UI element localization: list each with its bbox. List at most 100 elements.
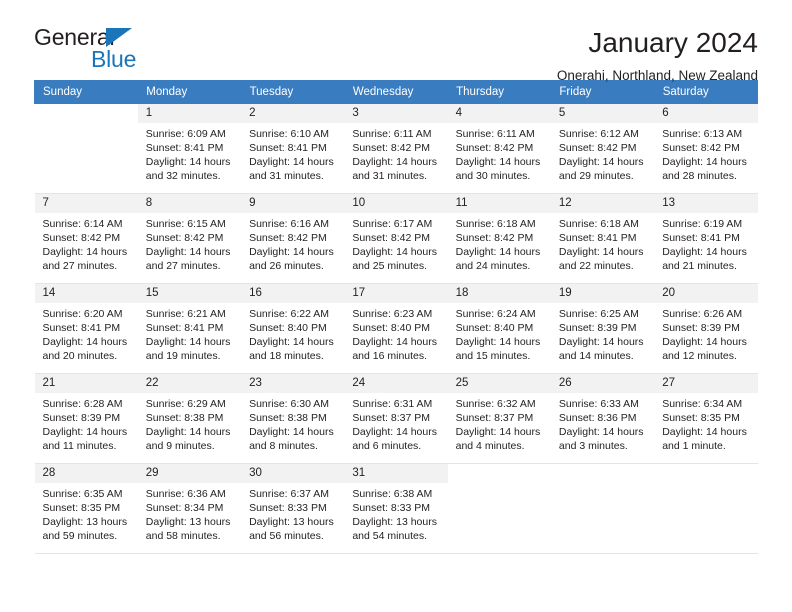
day-cell-inner xyxy=(654,464,757,553)
calendar-week-row: 14 Sunrise: 6:20 AM Sunset: 8:41 PM Dayligh… xyxy=(34,283,758,374)
sunset-time: Sunset: 8:36 PM xyxy=(558,412,637,424)
day-number: 5 xyxy=(550,104,655,123)
day-sun-info: Sunrise: 6:17 AM Sunset: 8:42 PM Daylight:… xyxy=(344,213,447,273)
day-number: 17 xyxy=(344,284,448,303)
calendar-day-cell[interactable]: 25 Sunrise: 6:32 AM Sunset: 8:37 PM Dayligh… xyxy=(447,373,551,464)
daylight-duration-line2: and 15 minutes. xyxy=(455,350,531,362)
calendar-day-cell[interactable]: 14 Sunrise: 6:20 AM Sunset: 8:41 PM Dayligh… xyxy=(34,283,138,374)
calendar-day-cell[interactable]: 24 Sunrise: 6:31 AM Sunset: 8:37 PM Dayligh… xyxy=(344,373,448,464)
daylight-duration-line2: and 4 minutes. xyxy=(455,440,525,452)
day-cell-inner: 4 Sunrise: 6:11 AM Sunset: 8:42 PM Daylight… xyxy=(447,104,551,193)
calendar-day-cell[interactable]: 17 Sunrise: 6:23 AM Sunset: 8:40 PM Dayligh… xyxy=(344,283,448,374)
calendar-day-cell[interactable]: 28 Sunrise: 6:35 AM Sunset: 8:35 PM Dayligh… xyxy=(34,463,138,554)
calendar-day-cell[interactable]: 16 Sunrise: 6:22 AM Sunset: 8:40 PM Dayligh… xyxy=(241,283,345,374)
day-number xyxy=(35,104,138,110)
calendar-day-cell[interactable]: 20 Sunrise: 6:26 AM Sunset: 8:39 PM Dayligh… xyxy=(654,283,758,374)
daylight-duration-line1: Daylight: 14 hours xyxy=(558,426,644,438)
calendar-day-cell[interactable]: 11 Sunrise: 6:18 AM Sunset: 8:42 PM Dayligh… xyxy=(447,193,551,284)
calendar-day-cell[interactable]: 21 Sunrise: 6:28 AM Sunset: 8:39 PM Dayligh… xyxy=(34,373,138,464)
day-number: 26 xyxy=(550,374,655,393)
daylight-duration-line2: and 16 minutes. xyxy=(352,350,428,362)
daylight-duration-line1: Daylight: 14 hours xyxy=(455,426,541,438)
calendar-body: 1 Sunrise: 6:09 AM Sunset: 8:41 PM Daylight… xyxy=(34,103,758,554)
calendar-day-cell[interactable]: 31 Sunrise: 6:38 AM Sunset: 8:33 PM Dayligh… xyxy=(344,463,448,554)
sunset-time: Sunset: 8:42 PM xyxy=(352,142,430,154)
calendar-day-cell[interactable]: 6 Sunrise: 6:13 AM Sunset: 8:42 PM Daylight… xyxy=(654,103,758,194)
daylight-duration-line2: and 29 minutes. xyxy=(558,170,634,182)
sunset-time: Sunset: 8:35 PM xyxy=(42,502,121,514)
day-number: 10 xyxy=(344,194,448,213)
day-number xyxy=(551,464,654,470)
calendar-day-cell[interactable]: 10 Sunrise: 6:17 AM Sunset: 8:42 PM Dayligh… xyxy=(344,193,448,284)
day-sun-info: Sunrise: 6:11 AM Sunset: 8:42 PM Daylight:… xyxy=(448,123,551,183)
day-sun-info: Sunrise: 6:14 AM Sunset: 8:42 PM Daylight:… xyxy=(35,213,138,273)
day-sun-info: Sunrise: 6:28 AM Sunset: 8:39 PM Daylight:… xyxy=(35,393,138,453)
day-number: 20 xyxy=(654,284,758,303)
calendar-day-cell[interactable]: 22 Sunrise: 6:29 AM Sunset: 8:38 PM Dayligh… xyxy=(137,373,242,464)
calendar-day-cell[interactable]: 3 Sunrise: 6:11 AM Sunset: 8:42 PM Daylight… xyxy=(344,103,448,194)
sunset-time: Sunset: 8:37 PM xyxy=(352,412,430,424)
day-cell-inner xyxy=(551,464,654,553)
sunset-time: Sunset: 8:40 PM xyxy=(455,322,534,334)
daylight-duration-line1: Daylight: 14 hours xyxy=(558,336,644,348)
day-cell-inner: 20 Sunrise: 6:26 AM Sunset: 8:39 PM Dayligh… xyxy=(654,284,758,373)
calendar-day-cell[interactable]: 4 Sunrise: 6:11 AM Sunset: 8:42 PM Daylight… xyxy=(447,103,551,194)
daylight-duration-line1: Daylight: 14 hours xyxy=(249,246,334,258)
sunset-time: Sunset: 8:34 PM xyxy=(145,502,224,514)
daylight-duration-line1: Daylight: 14 hours xyxy=(352,156,437,168)
sunrise-time: Sunrise: 6:21 AM xyxy=(145,308,226,320)
calendar-day-cell[interactable]: 9 Sunrise: 6:16 AM Sunset: 8:42 PM Daylight… xyxy=(241,193,345,284)
day-number: 28 xyxy=(34,464,138,483)
sunrise-time: Sunrise: 6:33 AM xyxy=(558,398,639,410)
calendar-day-cell[interactable]: 23 Sunrise: 6:30 AM Sunset: 8:38 PM Dayligh… xyxy=(241,373,345,464)
day-cell-inner: 22 Sunrise: 6:29 AM Sunset: 8:38 PM Dayligh… xyxy=(137,374,242,463)
daylight-duration-line2: and 19 minutes. xyxy=(145,350,221,362)
day-cell-inner: 13 Sunrise: 6:19 AM Sunset: 8:41 PM Dayligh… xyxy=(654,194,758,283)
daylight-duration-line2: and 12 minutes. xyxy=(662,350,737,362)
sunset-time: Sunset: 8:41 PM xyxy=(42,322,121,334)
daylight-duration-line1: Daylight: 14 hours xyxy=(249,156,334,168)
day-number: 25 xyxy=(447,374,551,393)
sunrise-time: Sunrise: 6:14 AM xyxy=(42,218,123,230)
sunrise-time: Sunrise: 6:17 AM xyxy=(352,218,433,230)
calendar-day-cell[interactable]: 30 Sunrise: 6:37 AM Sunset: 8:33 PM Dayligh… xyxy=(241,463,345,554)
day-cell-inner: 31 Sunrise: 6:38 AM Sunset: 8:33 PM Dayligh… xyxy=(344,464,448,553)
calendar-day-cell[interactable]: 13 Sunrise: 6:19 AM Sunset: 8:41 PM Dayligh… xyxy=(654,193,758,284)
sunset-time: Sunset: 8:35 PM xyxy=(662,412,740,424)
calendar-day-cell[interactable]: 1 Sunrise: 6:09 AM Sunset: 8:41 PM Daylight… xyxy=(137,103,242,194)
day-cell-inner: 29 Sunrise: 6:36 AM Sunset: 8:34 PM Dayligh… xyxy=(137,464,242,553)
calendar-day-cell[interactable]: 19 Sunrise: 6:25 AM Sunset: 8:39 PM Dayligh… xyxy=(550,283,655,374)
daylight-duration-line2: and 8 minutes. xyxy=(249,440,318,452)
general-blue-logo[interactable]: General Blue xyxy=(34,26,154,74)
daylight-duration-line1: Daylight: 14 hours xyxy=(249,336,334,348)
day-sun-info: Sunrise: 6:13 AM Sunset: 8:42 PM Daylight:… xyxy=(654,123,757,183)
sunrise-time: Sunrise: 6:34 AM xyxy=(662,398,743,410)
day-sun-info: Sunrise: 6:21 AM Sunset: 8:41 PM Daylight:… xyxy=(138,303,241,363)
weekday-header-monday: Monday xyxy=(137,80,242,104)
day-cell-inner: 17 Sunrise: 6:23 AM Sunset: 8:40 PM Dayligh… xyxy=(344,284,448,373)
calendar-day-cell[interactable]: 18 Sunrise: 6:24 AM Sunset: 8:40 PM Dayligh… xyxy=(447,283,551,374)
calendar-day-cell[interactable]: 2 Sunrise: 6:10 AM Sunset: 8:41 PM Daylight… xyxy=(241,103,345,194)
calendar-day-cell[interactable]: 8 Sunrise: 6:15 AM Sunset: 8:42 PM Daylight… xyxy=(137,193,242,284)
calendar-day-cell[interactable]: 26 Sunrise: 6:33 AM Sunset: 8:36 PM Dayligh… xyxy=(550,373,655,464)
calendar-day-cell[interactable]: 29 Sunrise: 6:36 AM Sunset: 8:34 PM Dayligh… xyxy=(137,463,242,554)
sunrise-sunset-calendar: Sunday Monday Tuesday Wednesday Thursday… xyxy=(33,80,759,554)
daylight-duration-line1: Daylight: 14 hours xyxy=(662,246,747,258)
daylight-duration-line1: Daylight: 14 hours xyxy=(145,156,231,168)
day-number: 4 xyxy=(447,104,551,123)
calendar-day-cell[interactable]: 12 Sunrise: 6:18 AM Sunset: 8:41 PM Dayligh… xyxy=(550,193,655,284)
calendar-day-cell[interactable]: 5 Sunrise: 6:12 AM Sunset: 8:42 PM Daylight… xyxy=(550,103,655,194)
calendar-day-cell[interactable]: 7 Sunrise: 6:14 AM Sunset: 8:42 PM Daylight… xyxy=(34,193,138,284)
day-number: 22 xyxy=(137,374,242,393)
day-cell-inner: 10 Sunrise: 6:17 AM Sunset: 8:42 PM Dayligh… xyxy=(344,194,448,283)
day-cell-inner xyxy=(35,104,138,193)
daylight-duration-line1: Daylight: 14 hours xyxy=(558,156,644,168)
day-cell-inner: 19 Sunrise: 6:25 AM Sunset: 8:39 PM Dayligh… xyxy=(550,284,655,373)
daylight-duration-line2: and 56 minutes. xyxy=(249,530,324,542)
sunset-time: Sunset: 8:42 PM xyxy=(455,142,534,154)
calendar-day-cell[interactable]: 15 Sunrise: 6:21 AM Sunset: 8:41 PM Dayligh… xyxy=(137,283,242,374)
day-sun-info: Sunrise: 6:10 AM Sunset: 8:41 PM Daylight:… xyxy=(241,123,344,183)
calendar-day-cell[interactable]: 27 Sunrise: 6:34 AM Sunset: 8:35 PM Dayligh… xyxy=(654,373,758,464)
daylight-duration-line2: and 27 minutes. xyxy=(42,260,118,272)
sunset-time: Sunset: 8:41 PM xyxy=(145,322,224,334)
